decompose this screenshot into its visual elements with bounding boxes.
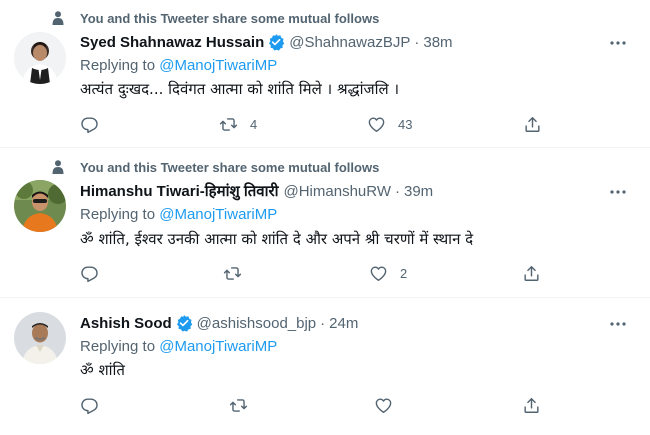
avatar[interactable] <box>14 32 66 84</box>
person-icon <box>52 11 64 25</box>
tweet-text: ॐ शांति, ईश्वर उनकी आत्मा को शांति दे और… <box>80 230 474 248</box>
handle[interactable]: @HimanshuRW <box>284 183 391 200</box>
verified-badge-icon <box>269 34 285 51</box>
reply-icon <box>81 117 98 134</box>
separator-dot: · <box>414 33 420 51</box>
retweet-icon <box>223 267 242 280</box>
more-button[interactable] <box>608 314 628 334</box>
timestamp[interactable]: 38m <box>423 34 452 51</box>
action-bar <box>80 396 550 418</box>
like-button[interactable]: 43 <box>367 115 412 134</box>
social-context-text: You and this Tweeter share some mutual f… <box>80 159 380 175</box>
reply-button[interactable] <box>80 396 99 415</box>
share-button[interactable] <box>522 396 541 415</box>
more-icon <box>610 322 626 326</box>
handle[interactable]: @ShahnawazBJP <box>289 34 410 51</box>
retweet-icon <box>219 118 238 131</box>
like-count: 43 <box>398 117 413 132</box>
mention-link[interactable]: @ManojTiwariMP <box>159 206 277 223</box>
tweet-text: अत्यंत दुःखद... दिवंगत आत्मा को शांति मि… <box>80 80 400 98</box>
share-button[interactable] <box>522 264 541 283</box>
retweet-button[interactable] <box>223 264 242 283</box>
tweet-header: Ashish Sood @ashishsood_bjp · 24m <box>80 313 358 333</box>
more-button[interactable] <box>608 33 628 53</box>
share-icon <box>524 398 539 413</box>
timestamp[interactable]: 39m <box>404 183 433 200</box>
replying-to: Replying to @ManojTiwariMP <box>80 206 277 223</box>
replying-prefix: Replying to <box>80 206 156 223</box>
display-name[interactable]: Syed Shahnawaz Hussain <box>80 34 264 51</box>
retweet-icon <box>229 399 248 412</box>
heart-icon <box>375 398 392 413</box>
like-button[interactable]: 2 <box>369 264 407 283</box>
share-icon <box>525 117 540 132</box>
person-icon <box>52 160 64 174</box>
tweet-text: ॐ शांति <box>80 361 125 379</box>
reply-button[interactable] <box>80 115 99 134</box>
replying-prefix: Replying to <box>80 338 156 355</box>
social-context-text: You and this Tweeter share some mutual f… <box>80 10 380 26</box>
retweet-count: 4 <box>250 117 258 132</box>
action-bar: 2 <box>80 264 550 286</box>
share-button[interactable] <box>523 115 542 134</box>
like-count: 2 <box>400 266 408 281</box>
avatar[interactable] <box>14 312 66 364</box>
action-bar: 4 43 <box>80 115 550 137</box>
more-icon <box>610 41 626 45</box>
avatar[interactable] <box>14 180 66 232</box>
handle[interactable]: @ashishsood_bjp <box>197 315 316 332</box>
retweet-button[interactable] <box>229 396 248 415</box>
tweet-1[interactable]: You and this Tweeter share some mutual f… <box>0 0 650 147</box>
tweet-header: Syed Shahnawaz Hussain @ShahnawazBJP · 3… <box>80 32 453 52</box>
reply-button[interactable] <box>80 264 99 283</box>
separator-dot: · <box>394 182 400 200</box>
verified-badge-icon <box>176 315 192 332</box>
display-name[interactable]: Ashish Sood <box>80 315 172 332</box>
separator-dot: · <box>320 314 326 332</box>
mention-link[interactable]: @ManojTiwariMP <box>159 338 277 355</box>
replying-prefix: Replying to <box>80 57 156 74</box>
mention-link[interactable]: @ManojTiwariMP <box>159 57 277 74</box>
heart-icon <box>370 266 387 281</box>
tweet-2[interactable]: You and this Tweeter share some mutual f… <box>0 148 650 296</box>
retweet-button[interactable]: 4 <box>219 115 257 134</box>
replying-to: Replying to @ManojTiwariMP <box>80 57 277 74</box>
reply-icon <box>81 398 98 415</box>
display-name[interactable]: Himanshu Tiwari-हिमांशु तिवारी <box>80 181 279 201</box>
share-icon <box>524 266 539 281</box>
heart-icon <box>368 117 385 132</box>
more-button[interactable] <box>608 182 628 202</box>
reply-icon <box>81 266 98 283</box>
timestamp[interactable]: 24m <box>329 315 358 332</box>
replying-to: Replying to @ManojTiwariMP <box>80 338 277 355</box>
tweet-header: Himanshu Tiwari-हिमांशु तिवारी @Himanshu… <box>80 181 433 201</box>
like-button[interactable] <box>374 396 393 415</box>
tweet-3[interactable]: Ashish Sood @ashishsood_bjp · 24m Replyi… <box>0 298 650 435</box>
more-icon <box>610 190 626 194</box>
